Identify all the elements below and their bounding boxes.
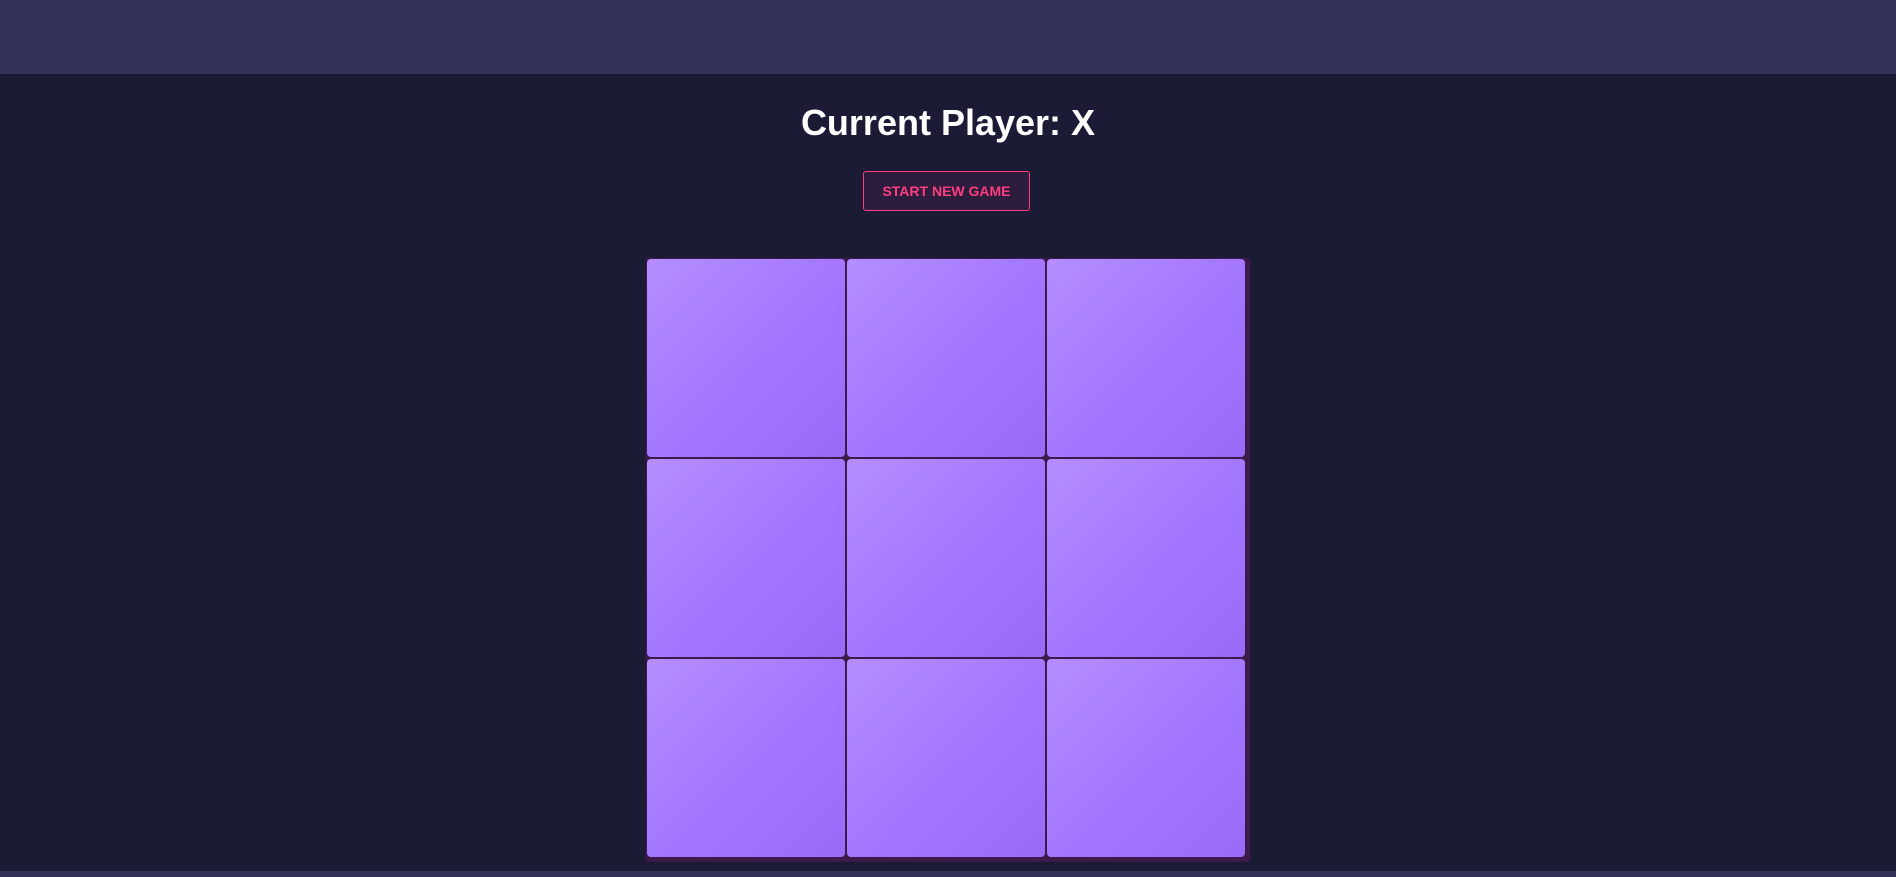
board-cell-3[interactable] [1047, 259, 1245, 457]
board-cell-8[interactable] [847, 659, 1045, 857]
board-cell-2[interactable] [847, 259, 1045, 457]
game-board [646, 258, 1250, 862]
current-player-status: Current Player: X [800, 102, 1096, 143]
board-cell-4[interactable] [647, 459, 845, 657]
bottom-edge [0, 871, 1896, 877]
board-cell-6[interactable] [1047, 459, 1245, 657]
board-cell-9[interactable] [1047, 659, 1245, 857]
board-cell-1[interactable] [647, 259, 845, 457]
board-cell-7[interactable] [647, 659, 845, 857]
top-bar [0, 0, 1896, 74]
start-new-game-button[interactable]: START NEW GAME [863, 171, 1030, 211]
board-cell-5[interactable] [847, 459, 1045, 657]
